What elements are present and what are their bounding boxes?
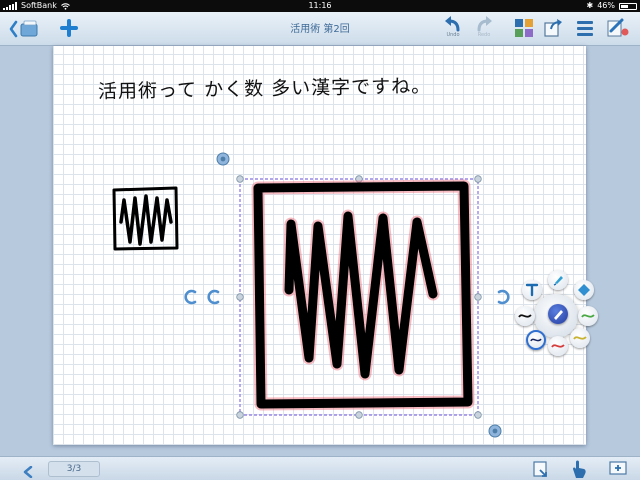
zoom-window-icon [609,461,627,475]
pen-red-button[interactable] [548,336,568,356]
eraser-tool-button[interactable] [574,280,594,300]
redo-button[interactable]: Redo [475,16,493,38]
pen-icon [554,310,563,320]
pen-red-icon [551,344,565,348]
menu-button[interactable] [576,19,594,37]
pen-active-button[interactable] [548,304,568,324]
export-button[interactable] [543,18,563,38]
battery-icon [619,2,637,10]
handwriting-settings-icon [607,18,629,37]
eraser-icon [578,284,590,296]
pen-green-icon [581,314,595,318]
menu-icon [577,21,593,36]
status-bar: SoftBank 11:16 ✱ 46% [0,0,640,12]
insert-page-button[interactable] [532,460,550,480]
bottom-toolbar: 3/3 [0,456,640,480]
text-tool-button[interactable] [522,280,542,300]
hand-tool-icon [573,460,586,478]
bluetooth-icon: ✱ [586,1,594,10]
handwriting-settings-button[interactable] [606,17,630,39]
thumbnails-button[interactable] [514,18,534,38]
hand-tool-button[interactable] [570,459,588,480]
note-canvas[interactable]: 活用術って かく数 多い漢字ですね。 [53,46,586,445]
top-toolbar: 活用術 第2回 Undo Redo [0,12,640,46]
battery-percent: 46% [597,1,615,10]
undo-button[interactable]: Undo [444,16,462,38]
pen-yellow-icon [573,336,587,340]
thumbnails-icon [515,19,533,37]
pen-black-icon [518,314,532,318]
pen-tool-palette [512,270,598,358]
zoom-window-button[interactable] [609,460,629,480]
undo-icon [445,16,460,32]
insert-page-icon [533,461,547,477]
pen-navy-button[interactable] [526,330,546,350]
page-indicator[interactable]: 3/3 [48,461,100,477]
pen-navy-icon [530,338,542,342]
handwriting-layer [112,152,510,438]
page-navigate-button[interactable] [22,463,36,480]
redo-icon [477,16,492,32]
pen-black-button[interactable] [515,306,535,326]
redo-label: Redo [477,32,491,38]
text-tool-icon [525,283,539,297]
marker-tool-icon [553,276,563,286]
pen-green-button[interactable] [578,306,598,326]
pen-yellow-button[interactable] [570,328,590,348]
marker-tool-button[interactable] [548,270,568,290]
clock: 11:16 [308,1,332,10]
page-navigate-icon [23,465,33,479]
undo-label: Undo [446,32,460,38]
export-icon [544,19,562,37]
